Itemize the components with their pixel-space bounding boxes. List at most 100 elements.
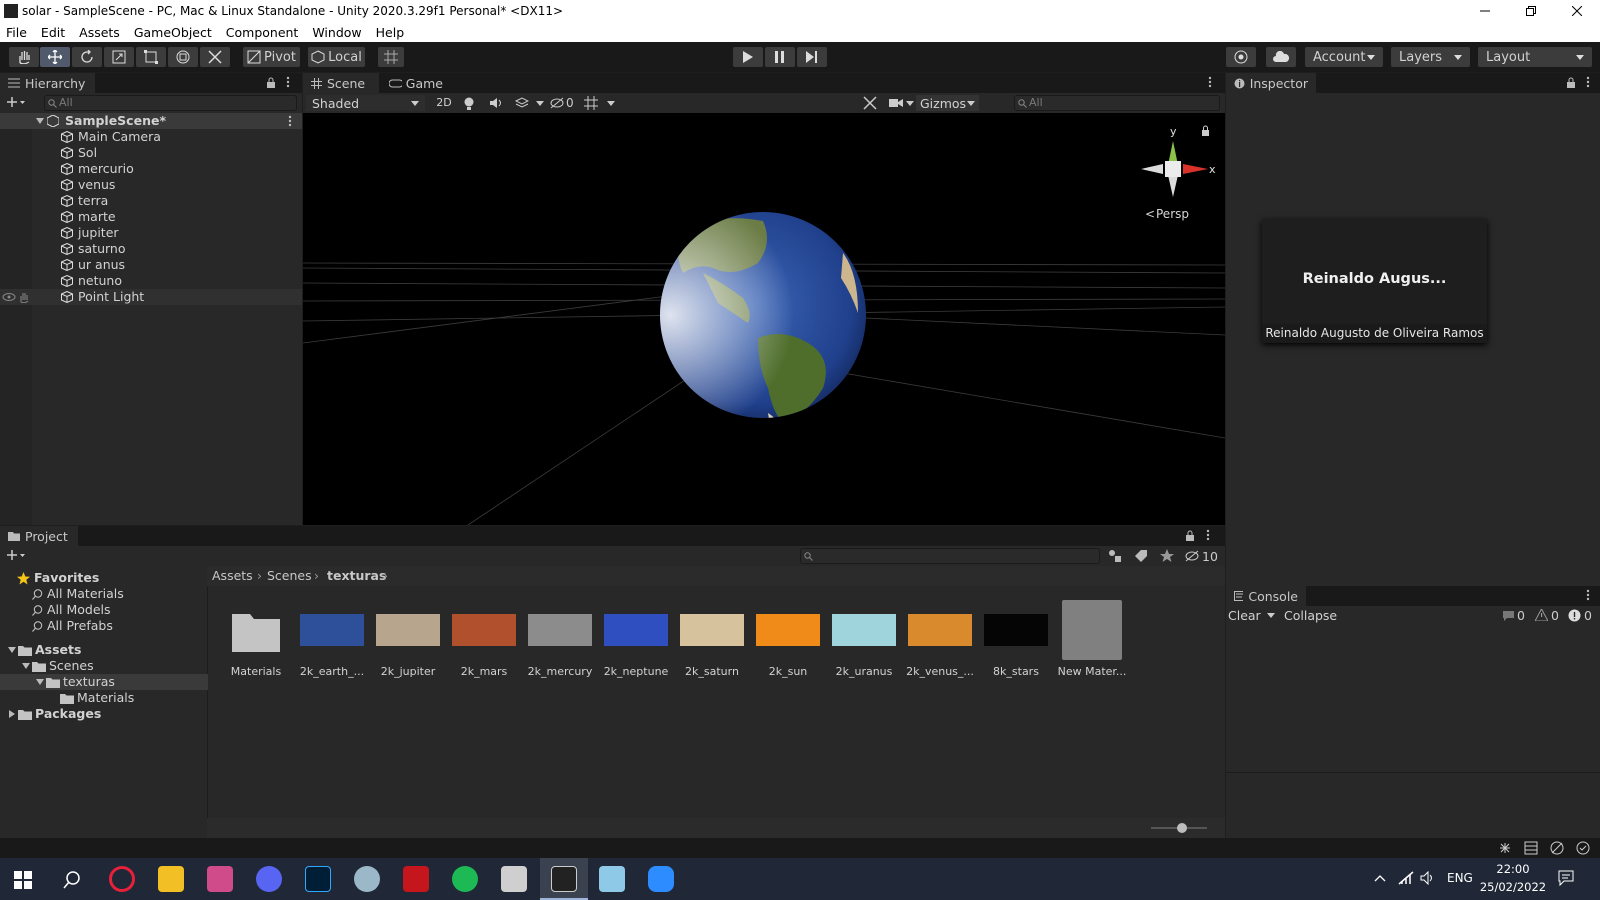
hierarchy-item[interactable]: netuno xyxy=(0,273,302,289)
add-icon[interactable] xyxy=(7,97,25,109)
expand-arrow-icon[interactable] xyxy=(22,663,30,669)
menu-help[interactable]: Help xyxy=(376,25,405,40)
tray-expand-icon[interactable] xyxy=(1374,874,1386,882)
asset-tile[interactable]: 2k_mercury xyxy=(525,600,595,678)
search-by-label-icon[interactable] xyxy=(1134,549,1148,563)
kebab-menu-icon[interactable] xyxy=(288,115,292,127)
hierarchy-item[interactable]: terra xyxy=(0,193,302,209)
hierarchy-item[interactable]: venus xyxy=(0,177,302,193)
game-launcher-icon[interactable] xyxy=(207,866,233,892)
tab-console[interactable]: Console xyxy=(1226,586,1306,606)
lock-icon[interactable] xyxy=(1566,77,1576,88)
tab-game[interactable]: Game xyxy=(381,73,451,93)
lock-icon[interactable] xyxy=(1202,125,1209,136)
zoom-app-icon[interactable] xyxy=(648,866,674,892)
menu-edit[interactable]: Edit xyxy=(41,25,65,40)
volume-icon[interactable] xyxy=(1420,871,1436,885)
menu-gameobject[interactable]: GameObject xyxy=(134,25,212,40)
tree-assets[interactable]: Assets xyxy=(0,642,208,658)
pause-button[interactable] xyxy=(765,47,795,67)
expand-arrow-icon[interactable] xyxy=(36,118,44,124)
rotate-tool-button[interactable] xyxy=(72,47,102,67)
asset-tile[interactable]: 2k_saturn xyxy=(677,600,747,678)
tab-hierarchy[interactable]: Hierarchy xyxy=(0,73,95,93)
asset-tile[interactable]: 2k_uranus xyxy=(829,600,899,678)
orientation-gizmo[interactable]: y x < Persp xyxy=(1141,125,1216,221)
hierarchy-search-input[interactable]: All xyxy=(44,95,297,111)
hierarchy-item[interactable]: Point Light xyxy=(0,289,302,305)
favorites-star-icon[interactable] xyxy=(1160,549,1174,563)
shading-mode-dropdown[interactable]: Shaded xyxy=(306,95,425,111)
progress-icon[interactable] xyxy=(1524,841,1538,855)
asset-tile[interactable]: 2k_jupiter xyxy=(373,600,443,678)
breadcrumb-texturas[interactable]: texturas xyxy=(327,568,386,583)
menu-file[interactable]: File xyxy=(6,25,27,40)
asset-tile[interactable]: 8k_stars xyxy=(981,600,1051,678)
hierarchy-item[interactable]: jupiter xyxy=(0,225,302,241)
asset-tile[interactable]: 2k_earth_... xyxy=(297,600,367,678)
spotify-icon[interactable] xyxy=(452,866,478,892)
scene-viewport[interactable]: y x < Persp xyxy=(303,113,1225,525)
asset-tile[interactable]: 2k_mars xyxy=(449,600,519,678)
close-button[interactable] xyxy=(1554,0,1600,22)
breadcrumb-scenes[interactable]: Scenes xyxy=(267,568,312,583)
grid-snap-button[interactable] xyxy=(378,47,404,67)
opera-icon[interactable] xyxy=(109,866,135,892)
asset-tile[interactable]: 2k_venus_... xyxy=(905,600,975,678)
hidden-packages-icon[interactable] xyxy=(1185,550,1199,562)
asset-tile[interactable]: Materials xyxy=(221,600,291,678)
asset-tile[interactable]: 2k_sun xyxy=(753,600,823,678)
collapse-button[interactable]: Collapse xyxy=(1284,608,1337,623)
language-indicator[interactable]: ENG xyxy=(1447,871,1473,885)
favorite-all-models[interactable]: All Models xyxy=(0,602,208,618)
restore-button[interactable] xyxy=(1508,0,1554,22)
account-dropdown[interactable]: Account xyxy=(1305,47,1383,67)
clock-date[interactable]: 25/02/2022 xyxy=(1478,880,1548,894)
move-tool-button[interactable] xyxy=(40,47,70,67)
hand-tool-button[interactable] xyxy=(9,47,39,67)
unity-hub-icon[interactable] xyxy=(501,866,527,892)
hierarchy-item[interactable]: ur anus xyxy=(0,257,302,273)
collab-button[interactable] xyxy=(1226,47,1256,67)
camera-icon[interactable] xyxy=(889,97,903,108)
cloud-button[interactable] xyxy=(1266,47,1296,67)
tab-project[interactable]: Project xyxy=(0,526,78,546)
favorite-all-prefabs[interactable]: All Prefabs xyxy=(0,618,208,634)
search-by-type-icon[interactable] xyxy=(1108,549,1122,563)
chevron-down-icon[interactable] xyxy=(536,101,544,106)
unity-editor-icon[interactable] xyxy=(551,866,577,892)
asset-tile[interactable]: New Mater... xyxy=(1057,600,1127,678)
search-icon[interactable] xyxy=(63,871,81,889)
zoom-slider-handle[interactable] xyxy=(1177,823,1187,833)
tools-icon[interactable] xyxy=(863,96,877,110)
pivot-toggle[interactable]: Pivot xyxy=(243,47,300,67)
kebab-menu-icon[interactable] xyxy=(1586,76,1590,88)
effects-icon[interactable] xyxy=(515,97,529,109)
hierarchy-item[interactable]: Main Camera xyxy=(0,129,302,145)
file-explorer-icon[interactable] xyxy=(158,866,184,892)
tab-scene[interactable]: Scene xyxy=(303,73,379,93)
favorite-all-materials[interactable]: All Materials xyxy=(0,586,208,602)
hierarchy-item[interactable]: mercurio xyxy=(0,161,302,177)
layers-dropdown[interactable]: Layers xyxy=(1391,47,1470,67)
cache-icon[interactable] xyxy=(1550,841,1564,855)
menu-assets[interactable]: Assets xyxy=(79,25,120,40)
hidden-objects-icon[interactable] xyxy=(550,97,564,109)
menu-component[interactable]: Component xyxy=(226,25,299,40)
notes-icon[interactable] xyxy=(599,866,625,892)
audio-icon[interactable] xyxy=(490,97,504,109)
add-icon[interactable] xyxy=(7,550,25,562)
2d-toggle[interactable]: 2D xyxy=(432,95,456,111)
transform-tool-button[interactable] xyxy=(168,47,198,67)
hierarchy-item[interactable]: Sol xyxy=(0,145,302,161)
kebab-menu-icon[interactable] xyxy=(1208,76,1212,88)
pickable-hand-icon[interactable] xyxy=(18,291,30,303)
chevron-down-icon[interactable] xyxy=(1267,613,1275,618)
tree-texturas[interactable]: texturas xyxy=(0,674,208,690)
perspective-label[interactable]: Persp xyxy=(1156,207,1189,221)
clock-time[interactable]: 22:00 xyxy=(1478,862,1548,876)
rect-tool-button[interactable] xyxy=(136,47,166,67)
menu-window[interactable]: Window xyxy=(312,25,361,40)
hierarchy-item[interactable]: saturno xyxy=(0,241,302,257)
clear-button[interactable]: Clear xyxy=(1228,608,1261,623)
